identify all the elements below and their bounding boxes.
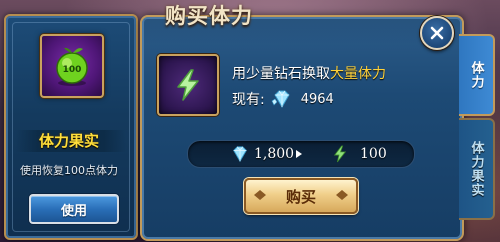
buy-button[interactable]: 购买 [244, 178, 358, 214]
lightning-bolt-icon [333, 145, 347, 163]
exchange-description: 用少量钻石换取大量体力 [232, 63, 386, 83]
item-name: 体力果实 [38, 132, 99, 150]
stamina-gain: 100 [332, 144, 387, 164]
stamina-gain-value: 100 [360, 146, 387, 162]
stamina-item-box [157, 54, 219, 116]
tab-stamina-fruit[interactable]: 体力果实 [459, 118, 495, 220]
description-highlight: 大量体力 [330, 66, 386, 82]
tab-stamina[interactable]: 体力 [459, 34, 495, 116]
ornament-right-icon [336, 190, 348, 200]
dialog-title: 购买体力 [165, 3, 253, 28]
owned-diamonds-value: 4964 [300, 91, 334, 107]
close-icon [430, 26, 444, 40]
use-button[interactable]: 使用 [29, 194, 119, 224]
owned-diamonds-row: 现有: 4964 [232, 88, 334, 110]
owned-label: 现有: [232, 92, 265, 108]
arrow-right-icon [296, 150, 303, 158]
item-description: 使用恢复100点体力 [20, 164, 118, 177]
diamond-icon [233, 146, 247, 163]
lightning-bolt-icon [177, 69, 199, 101]
green-fruit-icon: 100 [56, 47, 88, 86]
buy-button-label: 购买 [285, 187, 316, 206]
ornament-left-icon [254, 190, 266, 200]
item-badge-text: 100 [63, 65, 82, 75]
diamond-cost: 1,800 [230, 144, 303, 164]
description-text: 用少量钻石换取 [232, 66, 330, 82]
diamond-icon [271, 90, 290, 108]
item-slot: 100 [40, 34, 104, 98]
close-button[interactable] [420, 16, 454, 50]
diamond-cost-value: 1,800 [254, 146, 295, 162]
